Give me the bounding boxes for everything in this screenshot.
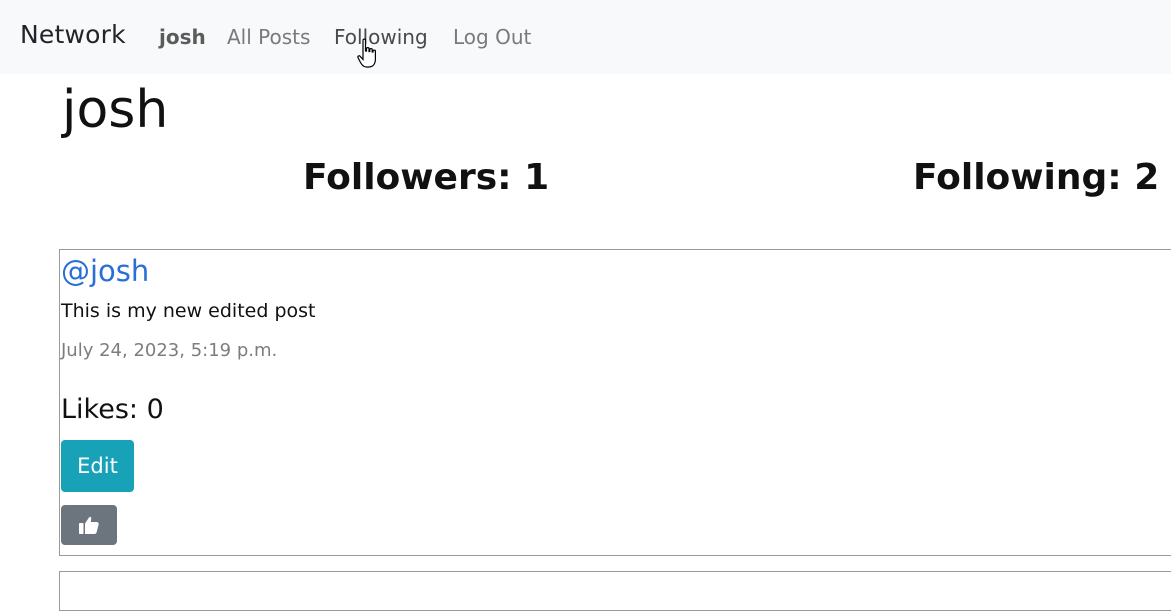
post-card: @josh This is my new edited post July 24… <box>59 249 1171 556</box>
post-likes-count: Likes: 0 <box>61 394 164 425</box>
profile-name: josh <box>62 80 169 140</box>
next-post-card <box>59 571 1171 611</box>
thumbs-up-icon <box>79 516 99 534</box>
following-count: Following: 2 <box>913 157 1160 198</box>
post-timestamp: July 24, 2023, 5:19 p.m. <box>61 340 278 361</box>
post-author-link[interactable]: @josh <box>61 254 149 288</box>
followers-count: Followers: 1 <box>303 157 550 198</box>
nav-all-posts-link[interactable]: All Posts <box>227 25 310 49</box>
brand-link[interactable]: Network <box>20 20 126 49</box>
nav-logout-link[interactable]: Log Out <box>453 25 531 49</box>
like-button[interactable] <box>61 505 117 545</box>
edit-button[interactable]: Edit <box>61 440 134 492</box>
post-content: This is my new edited post <box>61 300 316 322</box>
navbar: Network josh All Posts Following Log Out <box>0 0 1171 74</box>
nav-following-link[interactable]: Following <box>334 25 428 49</box>
nav-user-link[interactable]: josh <box>159 25 206 49</box>
